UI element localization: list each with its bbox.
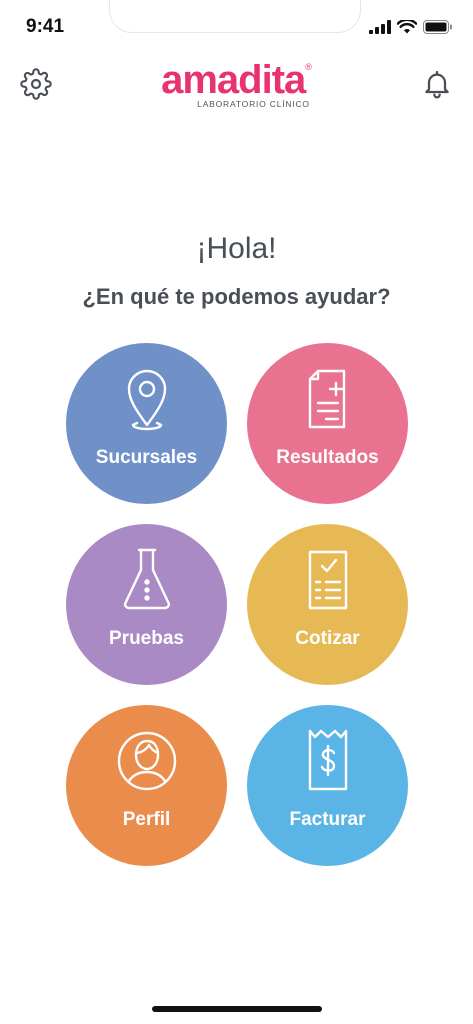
receipt-dollar-icon — [308, 729, 347, 791]
menu-label: Facturar — [289, 809, 366, 830]
menu-label: Resultados — [276, 447, 379, 468]
cotizar-button[interactable]: Cotizar — [247, 524, 408, 685]
logo-wordmark: amadita — [161, 58, 306, 102]
menu-label: Sucursales — [95, 447, 198, 468]
checklist-icon — [308, 550, 347, 610]
greeting-title: ¡Hola! — [196, 232, 277, 265]
battery-icon — [423, 20, 452, 34]
status-icons — [369, 18, 453, 36]
app-header: amadita® LABORATORIO CLÍNICO — [0, 60, 473, 110]
help-question: ¿En qué te podemos ayudar? — [82, 284, 391, 309]
location-pin-icon — [127, 369, 166, 431]
notifications-button[interactable] — [421, 68, 453, 100]
home-indicator[interactable] — [152, 1006, 322, 1012]
status-bar: 9:41 — [0, 0, 473, 54]
pruebas-button[interactable]: Pruebas — [66, 524, 227, 685]
bell-icon — [425, 70, 449, 99]
resultados-button[interactable]: Resultados — [247, 343, 408, 504]
logo-registered-mark: ® — [305, 62, 312, 72]
sucursales-button[interactable]: Sucursales — [66, 343, 227, 504]
wifi-icon — [397, 20, 417, 34]
user-profile-icon — [117, 731, 176, 791]
facturar-button[interactable]: Facturar — [247, 705, 408, 866]
brand-logo: amadita® LABORATORIO CLÍNICO — [0, 60, 473, 109]
signal-icon — [369, 20, 391, 34]
flask-icon — [123, 548, 170, 610]
menu-label: Cotizar — [295, 628, 360, 649]
medical-document-icon — [308, 369, 345, 429]
status-time: 9:41 — [26, 16, 65, 37]
menu-label: Pruebas — [109, 628, 184, 649]
menu-label: Perfil — [122, 809, 171, 830]
logo-subtitle: LABORATORIO CLÍNICO — [197, 99, 310, 109]
device-notch — [110, 0, 360, 32]
perfil-button[interactable]: Perfil — [66, 705, 227, 866]
